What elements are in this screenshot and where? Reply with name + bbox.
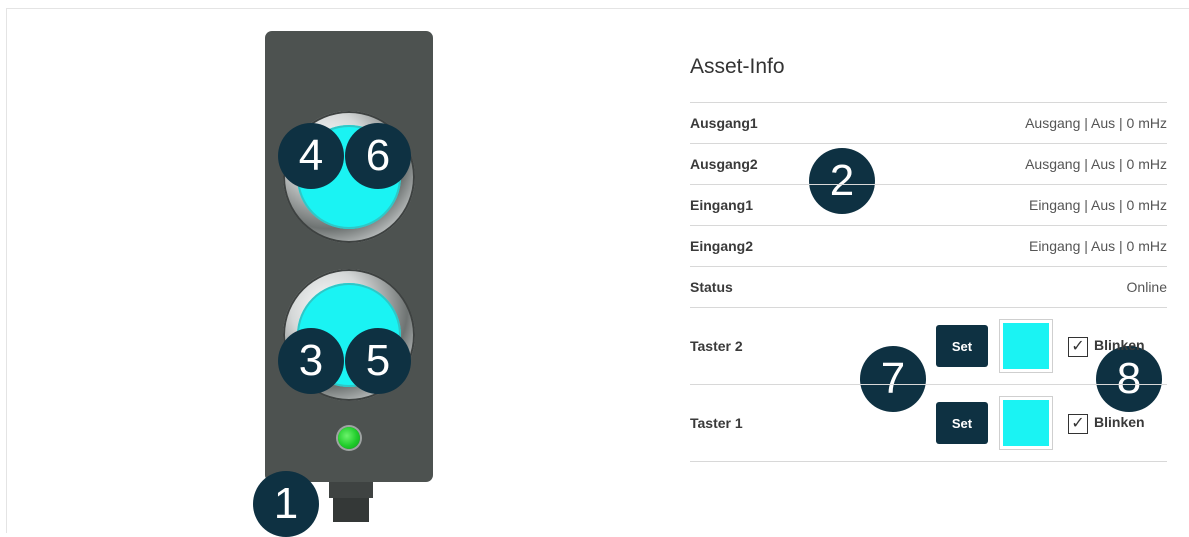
row-label: Eingang2 [690,238,754,254]
info-row-status: Status Online [690,266,1167,307]
row-label: Status [690,279,733,295]
row-label: Ausgang2 [690,156,758,172]
callout-3: 3 [278,328,344,394]
device-body [265,31,433,482]
checkbox-label[interactable]: Blinken [1094,414,1145,430]
row-value: Eingang | Aus | 0 mHz [1028,197,1167,213]
callout-5: 5 [345,328,411,394]
control-label: Taster 2 [690,338,743,354]
info-row-eingang2: Eingang2 Eingang | Aus | 0 mHz [690,225,1167,266]
callout-6: 6 [345,123,411,189]
callout-1: 1 [253,471,319,537]
row-value: Eingang | Aus | 0 mHz [1028,238,1167,254]
divider [690,461,1167,462]
panel-title: Asset-Info [690,55,785,78]
callout-4: 4 [278,123,344,189]
info-row-ausgang1: Ausgang1 Ausgang | Aus | 0 mHz [690,102,1167,143]
control-row-taster-2: Taster 2 Set ✓ Blinken [690,307,1167,384]
blinken-checkbox[interactable]: ✓ [1068,414,1088,434]
status-value: Online [1126,279,1167,295]
connector [329,482,373,498]
color-picker[interactable] [999,319,1053,373]
control-label: Taster 1 [690,415,743,431]
checkbox-label[interactable]: Blinken [1094,337,1145,353]
control-row-taster-1: Taster 1 Set ✓ Blinken [690,384,1167,461]
row-value: Ausgang | Aus | 0 mHz [1025,156,1167,172]
set-button[interactable]: Set [936,325,988,367]
row-label: Ausgang1 [690,115,758,131]
info-row-eingang1: Eingang1 Eingang | Aus | 0 mHz [690,184,1167,225]
status-led [338,427,360,449]
color-picker[interactable] [999,396,1053,450]
info-row-ausgang2: Ausgang2 Ausgang | Aus | 0 mHz [690,143,1167,184]
row-value: Ausgang | Aus | 0 mHz [1025,115,1167,131]
row-label: Eingang1 [690,197,754,213]
blinken-checkbox[interactable]: ✓ [1068,337,1088,357]
connector-plug [333,498,369,522]
set-button[interactable]: Set [936,402,988,444]
